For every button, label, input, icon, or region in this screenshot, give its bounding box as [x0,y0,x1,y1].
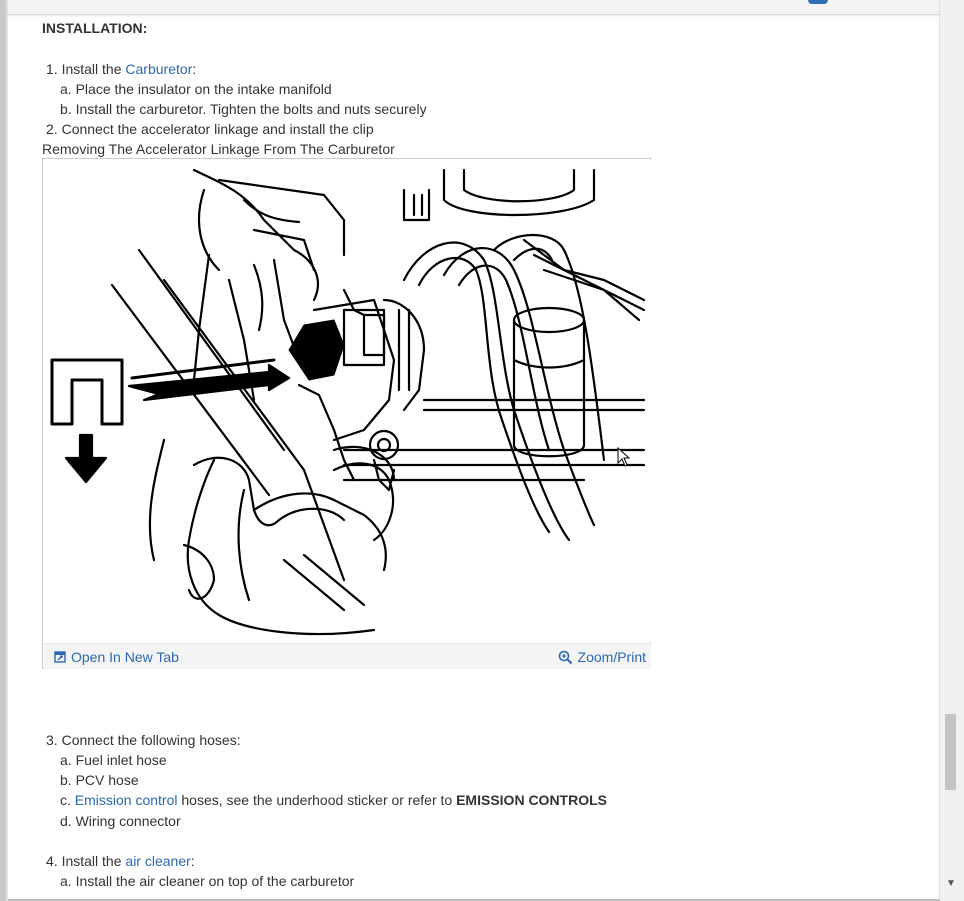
emission-control-link[interactable]: Emission control [75,792,178,808]
step-3a: a. Fuel inlet hose [60,752,167,768]
open-tab-icon [54,651,66,663]
step-4: 4. Install the air cleaner: [46,853,195,869]
carburetor-link[interactable]: Carburetor [125,61,192,77]
open-in-new-tab-link[interactable]: Open In New Tab [54,649,179,665]
step-3d: d. Wiring connector [60,813,181,829]
figure-container: Open In New Tab Zoom/Print [42,158,651,669]
step-3b: b. PCV hose [60,772,139,788]
window-left-edge [0,0,8,901]
step-3c: c. Emission control hoses, see the under… [60,792,607,808]
top-toolbar [8,0,940,15]
figure-toolbar: Open In New Tab Zoom/Print [44,643,651,669]
zoom-print-link[interactable]: Zoom/Print [558,649,646,665]
step-3: 3. Connect the following hoses: [46,732,241,748]
toolbar-button-icon[interactable] [808,0,828,4]
mouse-cursor-icon [617,447,631,467]
section-heading: INSTALLATION: [42,20,148,36]
step-1: 1. Install the Carburetor: [46,61,197,77]
figure-caption: Removing The Accelerator Linkage From Th… [42,141,395,157]
scrollbar-thumb[interactable] [945,714,956,790]
step-2: 2. Connect the accelerator linkage and i… [46,121,374,137]
accelerator-linkage-diagram [44,160,651,642]
emission-controls-ref: EMISSION CONTROLS [456,792,607,808]
vertical-scrollbar[interactable]: ▼ [939,0,964,901]
step-1a: a. Place the insulator on the intake man… [60,81,332,97]
step-4a: a. Install the air cleaner on top of the… [60,873,355,889]
scroll-down-arrow-icon[interactable]: ▼ [946,879,956,889]
air-cleaner-link[interactable]: air cleaner [125,853,190,869]
step-1b: b. Install the carburetor. Tighten the b… [60,101,427,117]
magnifier-icon [558,650,572,664]
